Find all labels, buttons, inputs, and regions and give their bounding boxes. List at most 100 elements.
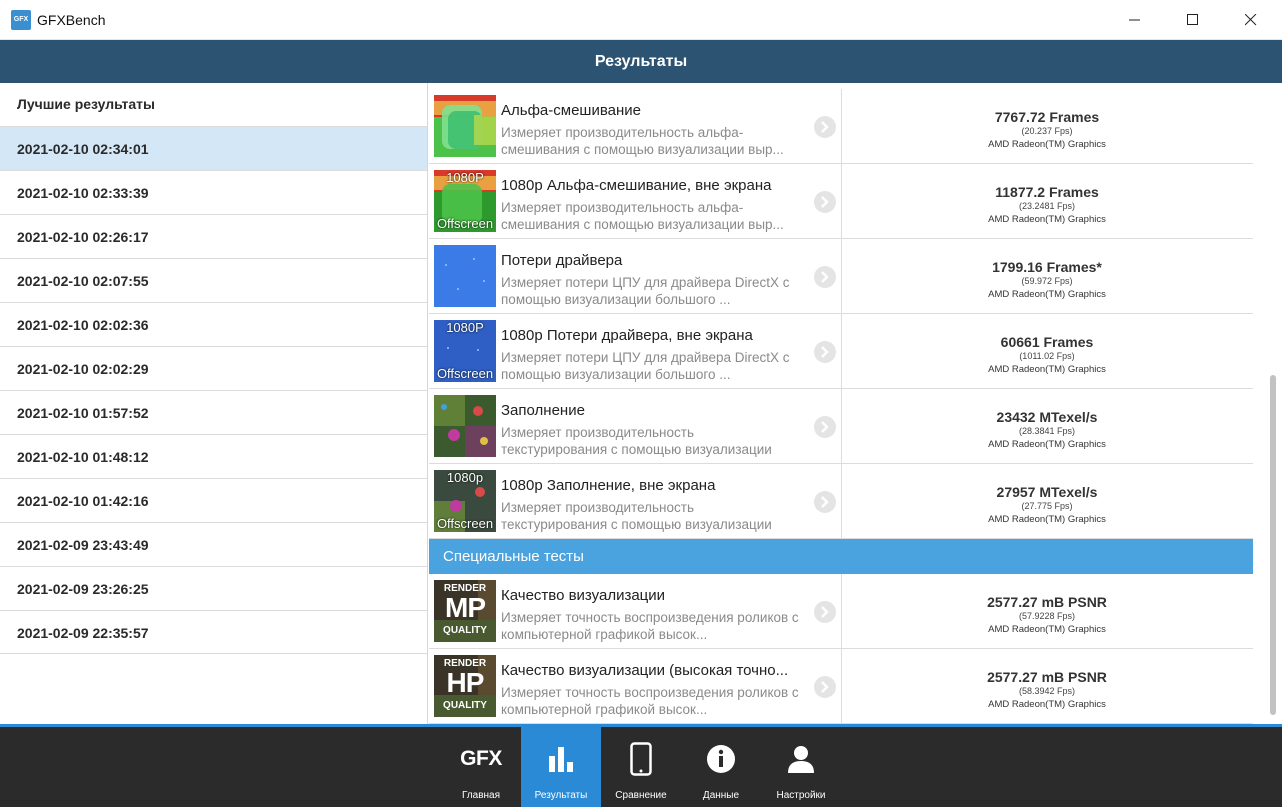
scrollbar-thumb[interactable]	[1270, 375, 1276, 715]
nav-label: Сравнение	[615, 790, 667, 801]
alpha-blending-offscreen-thumbnail: 1080P Offscreen	[434, 170, 496, 232]
results-scrollbar[interactable]	[1263, 83, 1282, 724]
render-quality-thumbnail: RENDER MP QUALITY	[434, 580, 496, 642]
window-title: GFXBench	[37, 12, 106, 28]
test-title: Качество визуализации (высокая точно...	[501, 662, 789, 679]
alpha-blending-image	[434, 95, 496, 157]
history-item[interactable]: 2021-02-10 02:07:55	[0, 258, 427, 302]
details-arrow-icon[interactable]	[814, 491, 836, 513]
history-item[interactable]: 2021-02-10 01:42:16	[0, 478, 427, 522]
details-arrow-icon[interactable]	[814, 341, 836, 363]
test-title: Заполнение	[501, 402, 585, 419]
nav-label: Настройки	[776, 790, 826, 801]
fill-rate-thumbnail	[434, 395, 496, 457]
nav-label: Результаты	[534, 790, 588, 801]
history-item[interactable]: 2021-02-10 02:26:17	[0, 214, 427, 258]
nav-compare[interactable]: Сравнение	[601, 727, 681, 807]
thumb-resolution-label: 1080P	[446, 320, 484, 335]
details-arrow-icon[interactable]	[814, 676, 836, 698]
test-title: 1080p Альфа-смешивание, вне экрана	[501, 177, 772, 194]
result-row[interactable]: Заполнение Измеряет производительность т…	[429, 389, 1253, 464]
result-row[interactable]: 1080P Offscreen 1080p Альфа-смешивание, …	[429, 164, 1253, 239]
test-title: 1080p Потери драйвера, вне экрана	[501, 327, 753, 344]
nav-results[interactable]: Результаты	[521, 727, 601, 807]
history-item[interactable]: 2021-02-10 02:33:39	[0, 170, 427, 214]
result-row[interactable]: 1080P Offscreen 1080p Потери драйвера, в…	[429, 314, 1253, 389]
gpu-name: AMD Radeon(TM) Graphics	[988, 214, 1106, 225]
result-row[interactable]: 1080p Offscreen 1080p Заполнение, вне эк…	[429, 464, 1253, 539]
details-arrow-icon[interactable]	[814, 116, 836, 138]
logo-text-mid: HP	[446, 667, 485, 698]
score-value: 23432 MTexel/s	[996, 409, 1098, 425]
driver-overhead-thumbnail	[434, 245, 496, 307]
gpu-name: AMD Radeon(TM) Graphics	[988, 699, 1106, 710]
nav-settings[interactable]: Настройки	[761, 727, 841, 807]
render-quality-high-thumbnail: RENDER HP QUALITY	[434, 655, 496, 717]
thumb-offscreen-label: Offscreen	[436, 216, 494, 231]
test-description: Измеряет производительность текстурирова…	[501, 425, 772, 457]
test-title: Потери драйвера	[501, 252, 623, 269]
fps-value: (57.9228 Fps)	[1018, 611, 1076, 621]
thumb-offscreen-label: Offscreen	[436, 516, 494, 531]
details-arrow-icon[interactable]	[814, 601, 836, 623]
result-row[interactable]: RENDER HP QUALITY Качество визуализации …	[429, 649, 1253, 724]
driver-overhead-offscreen-thumbnail: 1080P Offscreen	[434, 320, 496, 382]
gpu-name: AMD Radeon(TM) Graphics	[988, 139, 1106, 150]
page-title: Результаты	[594, 53, 688, 70]
details-arrow-icon[interactable]	[814, 191, 836, 213]
fps-value: (27.775 Fps)	[1021, 501, 1073, 511]
result-row[interactable]: RENDER MP QUALITY Качество визуализации …	[429, 574, 1253, 649]
history-item[interactable]: 2021-02-10 02:02:29	[0, 346, 427, 390]
score-value: 2577.27 mB PSNR	[987, 669, 1107, 685]
logo-text-mid: MP	[445, 592, 486, 623]
test-description: Измеряет производительность текстурирова…	[501, 500, 772, 532]
test-title: Качество визуализации	[501, 587, 666, 604]
thumb-resolution-label: 1080p	[446, 470, 484, 485]
history-item[interactable]: 2021-02-09 22:35:57	[0, 610, 427, 654]
thumb-resolution-label: 1080P	[446, 170, 484, 185]
close-button[interactable]	[1222, 0, 1280, 40]
fill-rate-image	[434, 395, 496, 457]
result-row[interactable]: Потери драйвера Измеряет потери ЦПУ для …	[429, 239, 1253, 314]
result-row[interactable]: Альфа-смешивание Измеряет производительн…	[429, 89, 1253, 164]
results-panel: Альфа-смешивание Измеряет производительн…	[429, 83, 1282, 724]
page-header: Результаты	[0, 40, 1282, 83]
history-item[interactable]: 2021-02-10 02:34:01	[0, 126, 427, 170]
best-results-link[interactable]: Лучшие результаты	[17, 96, 155, 112]
test-description: Измеряет производительность альфа-смешив…	[501, 200, 784, 232]
alpha-blending-thumbnail	[434, 95, 496, 157]
window-titlebar: GFX GFXBench	[0, 0, 1282, 40]
history-item[interactable]: 2021-02-09 23:43:49	[0, 522, 427, 566]
history-item[interactable]: 2021-02-10 02:02:36	[0, 302, 427, 346]
fill-rate-offscreen-thumbnail: 1080p Offscreen	[434, 470, 496, 532]
history-item[interactable]: 2021-02-10 01:57:52	[0, 390, 427, 434]
bar-chart-icon	[521, 741, 601, 777]
logo-text-bottom: QUALITY	[443, 625, 487, 636]
render-quality-logo: RENDER MP QUALITY	[434, 580, 496, 642]
maximize-button[interactable]	[1164, 0, 1222, 40]
score-value: 27957 MTexel/s	[996, 484, 1098, 500]
score-value: 1799.16 Frames*	[992, 259, 1102, 275]
minimize-button[interactable]	[1106, 0, 1164, 40]
results-history-list: 2021-02-10 02:34:01 2021-02-10 02:33:39 …	[0, 126, 427, 654]
test-description: Измеряет точность воспроизведения ролико…	[501, 685, 799, 717]
close-icon	[1245, 14, 1257, 26]
history-item[interactable]: 2021-02-10 01:48:12	[0, 434, 427, 478]
phone-icon	[601, 741, 681, 777]
nav-home[interactable]: GFX Главная	[441, 727, 521, 807]
score-value: 11877.2 Frames	[995, 184, 1099, 200]
gpu-name: AMD Radeon(TM) Graphics	[988, 364, 1106, 375]
app-logo-icon: GFX	[11, 10, 31, 30]
gpu-name: AMD Radeon(TM) Graphics	[988, 624, 1106, 635]
render-quality-logo: RENDER HP QUALITY	[434, 655, 496, 717]
logo-text-bottom: QUALITY	[443, 700, 487, 711]
history-item[interactable]: 2021-02-09 23:26:25	[0, 566, 427, 610]
score-value: 2577.27 mB PSNR	[987, 594, 1107, 610]
nav-data[interactable]: Данные	[681, 727, 761, 807]
sidebar: Лучшие результаты 2021-02-10 02:34:01 20…	[0, 83, 428, 724]
section-title: Специальные тесты	[443, 548, 584, 565]
test-description: Измеряет потери ЦПУ для драйвера DirectX…	[501, 350, 790, 382]
details-arrow-icon[interactable]	[814, 266, 836, 288]
details-arrow-icon[interactable]	[814, 416, 836, 438]
gfx-logo-icon: GFX	[460, 747, 502, 770]
